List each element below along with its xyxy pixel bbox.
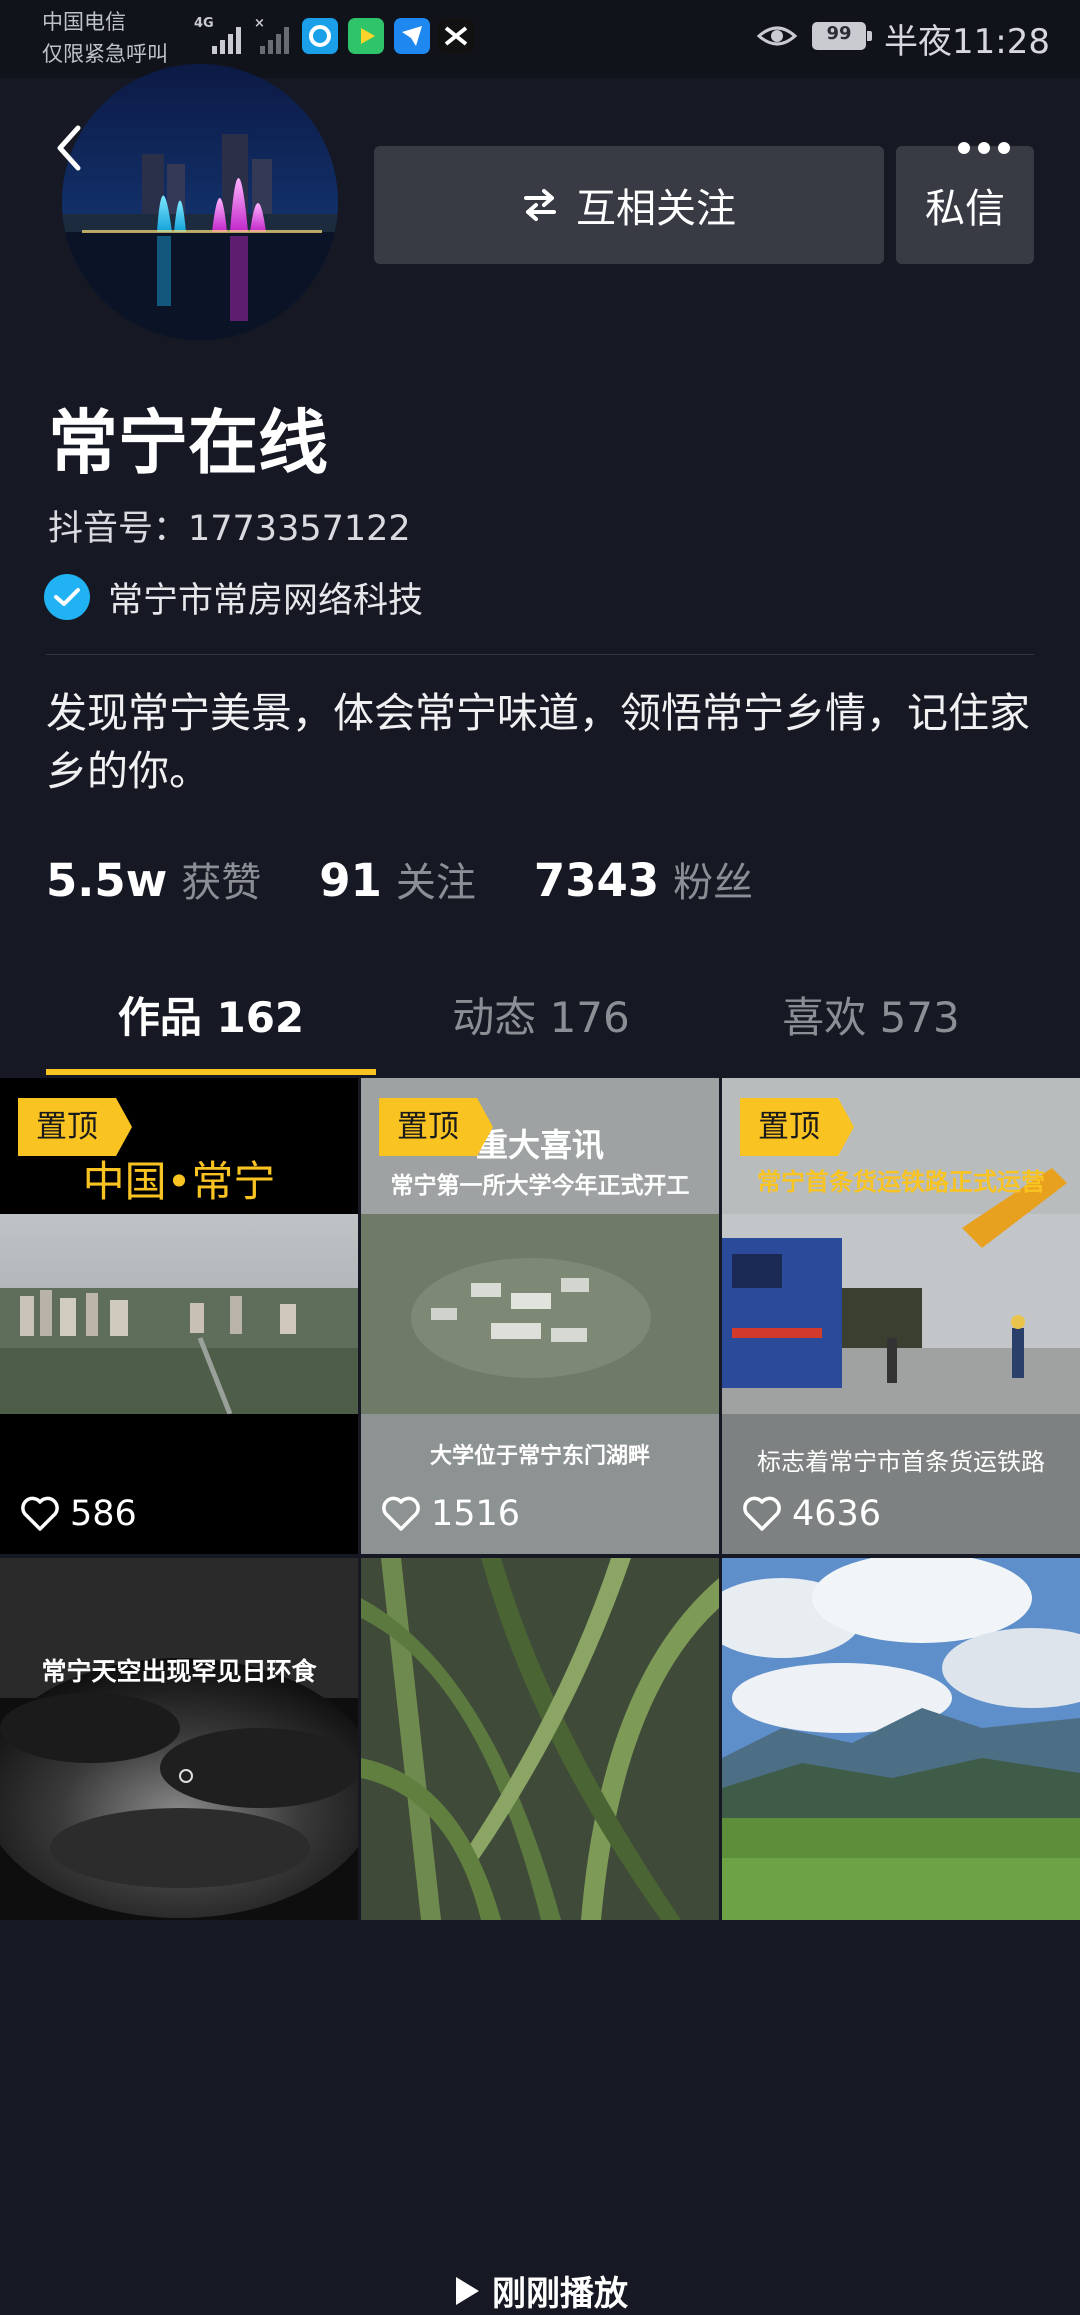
signal-4g-icon: 4G <box>194 16 246 54</box>
play-icon <box>456 2276 479 2305</box>
pinned-badge: 置顶 <box>740 1098 854 1156</box>
just-played-indicator: 刚刚播放 <box>0 2266 1080 2315</box>
douyin-id: 抖音号：1773357122 <box>48 509 411 549</box>
active-tab-indicator <box>46 1069 376 1075</box>
stat-following-value: 91 <box>319 854 382 907</box>
video-thumbnail[interactable] <box>722 1558 1080 1920</box>
video-thumbnail[interactable]: 常宁首条货运铁路正式运营 标志着常宁市首条货运铁路 置顶 4636 <box>722 1078 1080 1554</box>
video-likes: 586 <box>20 1494 137 1534</box>
heart-icon <box>21 1496 59 1531</box>
video-thumbnail[interactable]: 常宁天空出现罕见日环食 <box>0 1558 358 1920</box>
video-thumbnail[interactable] <box>361 1558 719 1920</box>
carrier-info: 中国电信 仅限紧急呼叫 <box>42 6 168 70</box>
profile-bio: 发现常宁美景，体会常宁味道，领悟常宁乡情，记住家乡的你。 <box>46 689 1030 795</box>
more-options-icon[interactable] <box>958 142 1010 158</box>
stat-following-label: 关注 <box>395 860 476 906</box>
chat-app-notification-icon <box>394 18 430 54</box>
stat-following[interactable]: 91 关注 <box>319 850 476 908</box>
pinned-badge: 置顶 <box>18 1098 132 1156</box>
video-thumbnail-image <box>361 1558 719 1920</box>
tab-updates[interactable]: 动态 176 <box>376 978 706 1076</box>
video-thumbnail[interactable]: 重大喜讯 常宁第一所大学今年正式开工 大学位于常宁东门湖畔 置顶 1516 <box>361 1078 719 1554</box>
swap-arrows-icon <box>524 189 556 221</box>
stat-likes-label: 获赞 <box>181 860 262 906</box>
mutual-follow-label: 互相关注 <box>576 186 736 232</box>
profile-stats: 5.5w 获赞 91 关注 7343 粉丝 <box>46 850 811 920</box>
tab-works[interactable]: 作品 162 <box>46 978 376 1076</box>
profile-name: 常宁在线 <box>48 402 328 484</box>
message-button[interactable]: 私信 <box>896 146 1034 264</box>
video-likes: 4636 <box>742 1494 881 1534</box>
video-caption: 标志着常宁市首条货运铁路 <box>757 1448 1045 1476</box>
carrier-name: 中国电信 <box>42 10 126 34</box>
video-overlay-title: 中国•常宁 <box>82 1157 276 1206</box>
divider <box>46 654 1034 655</box>
video-likes: 1516 <box>381 1494 520 1534</box>
content-tabs: 作品 162 动态 176 喜欢 573 <box>46 978 1034 1076</box>
verified-check-icon <box>44 574 90 620</box>
just-played-label: 刚刚播放 <box>492 2274 628 2314</box>
message-label: 私信 <box>925 186 1005 232</box>
heart-icon <box>743 1496 781 1531</box>
video-overlay-title: 常宁首条货运铁路正式运营 <box>757 1168 1045 1196</box>
avatar[interactable] <box>62 64 338 340</box>
video-thumbnail[interactable]: 中国•常宁 置顶 586 <box>0 1078 358 1554</box>
back-arrow-icon[interactable] <box>54 124 84 172</box>
video-likes-count: 1516 <box>431 1494 521 1534</box>
video-overlay-title: 常宁天空出现罕见日环食 <box>41 1657 317 1686</box>
video-thumbnail-image <box>0 1558 358 1920</box>
video-caption: 大学位于常宁东门湖畔 <box>429 1444 650 1469</box>
video-app-notification-icon <box>348 18 384 54</box>
stat-followers-label: 粉丝 <box>673 860 754 906</box>
status-bar: 中国电信 仅限紧急呼叫 4G × 99 半夜11:28 <box>0 0 1080 78</box>
clock: 半夜11:28 <box>884 22 1050 62</box>
pinned-badge: 置顶 <box>379 1098 493 1156</box>
mutual-follow-button[interactable]: 互相关注 <box>374 146 884 264</box>
emergency-only-text: 仅限紧急呼叫 <box>42 42 168 66</box>
heart-icon <box>382 1496 420 1531</box>
stat-followers[interactable]: 7343 粉丝 <box>534 850 753 908</box>
video-thumbnail-image <box>722 1558 1080 1920</box>
capcut-notification-icon <box>438 18 474 54</box>
tab-likes[interactable]: 喜欢 573 <box>706 978 1036 1076</box>
verified-organization: 常宁市常房网络科技 <box>108 580 424 621</box>
video-overlay-subtitle: 常宁第一所大学今年正式开工 <box>390 1173 690 1199</box>
video-likes-count: 4636 <box>792 1494 882 1534</box>
video-likes-count: 586 <box>70 1494 137 1534</box>
app-notification-icon <box>302 18 338 54</box>
stat-likes[interactable]: 5.5w 获赞 <box>46 850 261 908</box>
verification-row: 常宁市常房网络科技 <box>44 570 423 624</box>
battery-icon: 99 <box>812 22 872 50</box>
stat-followers-value: 7343 <box>533 854 660 907</box>
eye-comfort-icon <box>756 26 798 46</box>
signal-no-service-icon: × <box>254 16 294 54</box>
stat-likes-value: 5.5w <box>46 854 168 907</box>
